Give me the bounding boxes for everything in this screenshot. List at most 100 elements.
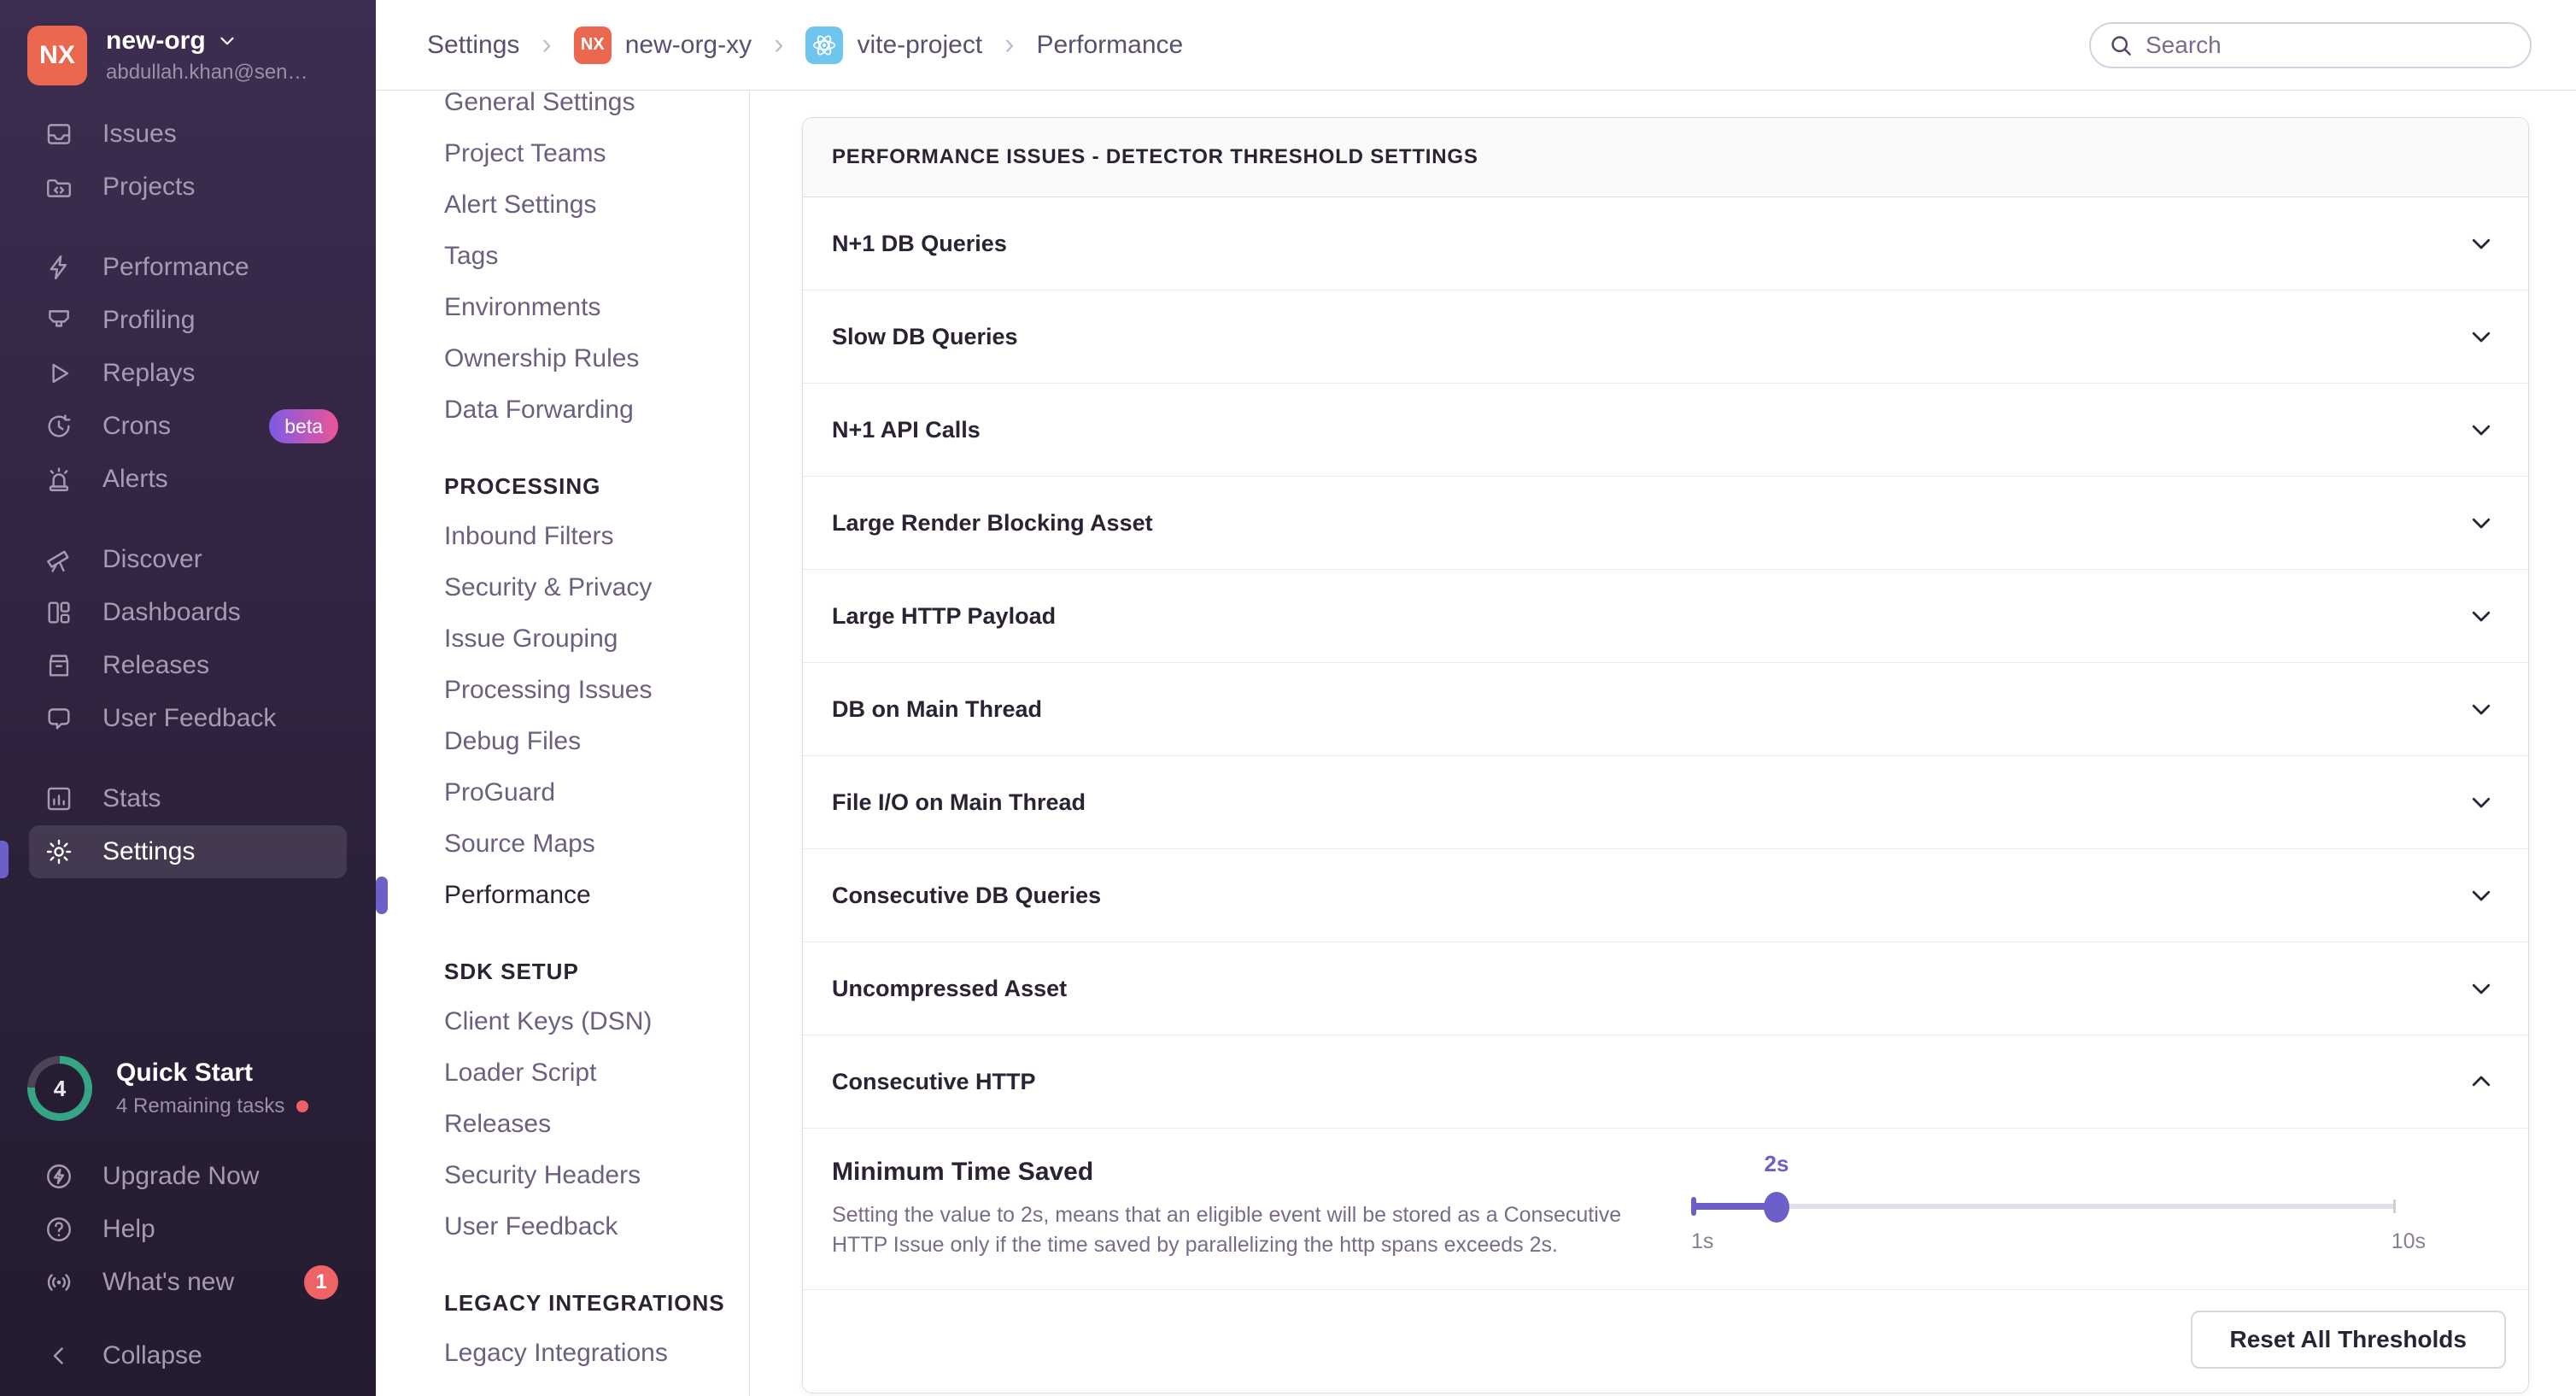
settings-nav-security-privacy[interactable]: Security & Privacy — [376, 562, 749, 613]
settings-nav-source-maps[interactable]: Source Maps — [376, 818, 749, 870]
clock-icon — [44, 412, 73, 441]
sidebar-item-settings[interactable]: Settings — [29, 825, 347, 878]
settings-nav-ownership-rules[interactable]: Ownership Rules — [376, 333, 749, 384]
org-badge: NX — [574, 26, 612, 64]
breadcrumb-settings[interactable]: Settings — [427, 31, 519, 60]
sidebar-item-label: Collapse — [102, 1341, 202, 1370]
detector-row-n1-db-queries[interactable]: N+1 DB Queries — [803, 197, 2528, 290]
settings-nav-security-headers[interactable]: Security Headers — [376, 1150, 749, 1201]
settings-nav-section-legacy: LEGACY INTEGRATIONS — [376, 1283, 749, 1323]
sidebar-item-label: Releases — [102, 651, 209, 680]
breadcrumb-project[interactable]: vite-project — [805, 26, 982, 64]
org-user-email: abdullah.khan@sen… — [106, 61, 308, 85]
slider-track[interactable] — [1691, 1204, 2396, 1209]
sidebar-item-stats[interactable]: Stats — [0, 772, 376, 825]
archive-icon — [44, 651, 73, 680]
breadcrumb-separator-icon: › — [1004, 28, 1014, 62]
sidebar-item-dashboards[interactable]: Dashboards — [0, 586, 376, 639]
org-name: new-org — [106, 26, 206, 56]
detector-row-consecutive-http[interactable]: Consecutive HTTP — [803, 1035, 2528, 1129]
collapse-sidebar-button[interactable]: Collapse — [0, 1329, 376, 1382]
settings-nav-inbound-filters[interactable]: Inbound Filters — [376, 511, 749, 562]
settings-nav-proguard[interactable]: ProGuard — [376, 767, 749, 818]
settings-nav-processing-issues[interactable]: Processing Issues — [376, 665, 749, 716]
settings-nav-general-settings[interactable]: General Settings — [376, 91, 749, 128]
sidebar-item-label: Performance — [102, 253, 249, 282]
settings-nav-debug-files[interactable]: Debug Files — [376, 716, 749, 767]
detector-row-n1-api-calls[interactable]: N+1 API Calls — [803, 384, 2528, 477]
detector-row-label: Uncompressed Asset — [832, 976, 1067, 1002]
detector-row-label: Consecutive HTTP — [832, 1069, 1036, 1095]
quick-start-widget[interactable]: 4 Quick Start 4 Remaining tasks — [0, 1056, 376, 1121]
sidebar-item-projects[interactable]: Projects — [0, 161, 376, 214]
bar-chart-icon — [44, 784, 73, 813]
sidebar-item-label: Projects — [102, 173, 195, 202]
sidebar-item-performance[interactable]: Performance — [0, 241, 376, 294]
reset-all-thresholds-button[interactable]: Reset All Thresholds — [2191, 1311, 2506, 1369]
org-switcher[interactable]: NX new-org abdullah.khan@sen… — [0, 0, 376, 85]
sidebar-item-whats-new[interactable]: What's new 1 — [0, 1256, 376, 1309]
chevron-down-icon — [2468, 231, 2494, 256]
lightning-icon — [44, 253, 73, 282]
chevron-down-icon — [2468, 510, 2494, 536]
breadcrumb-label: vite-project — [857, 31, 982, 60]
slider-value-label: 2s — [1765, 1151, 1789, 1177]
sidebar-item-user-feedback[interactable]: User Feedback — [0, 692, 376, 745]
detector-row-label: Large HTTP Payload — [832, 603, 1056, 630]
sidebar-item-label: Issues — [102, 120, 177, 149]
settings-nav-alert-settings[interactable]: Alert Settings — [376, 179, 749, 231]
sidebar-item-replays[interactable]: Replays — [0, 347, 376, 400]
sidebar-item-help[interactable]: Help — [0, 1203, 376, 1256]
settings-nav-performance[interactable]: Performance — [376, 870, 749, 921]
search-input[interactable] — [2146, 32, 2513, 59]
detector-row-file-io-on-main-thread[interactable]: File I/O on Main Thread — [803, 756, 2528, 849]
settings-nav-project-teams[interactable]: Project Teams — [376, 128, 749, 179]
sidebar-item-upgrade-now[interactable]: Upgrade Now — [0, 1150, 376, 1203]
breadcrumb-organization[interactable]: NX new-org-xy — [574, 26, 752, 64]
dashboards-icon — [44, 598, 73, 627]
detector-row-label: Slow DB Queries — [832, 324, 1018, 350]
threshold-settings-panel: PERFORMANCE ISSUES - DETECTOR THRESHOLD … — [802, 117, 2529, 1393]
quick-start-count: 4 — [54, 1076, 66, 1102]
app-sidebar: NX new-org abdullah.khan@sen… Issues Pro… — [0, 0, 376, 1396]
sidebar-item-label: Crons — [102, 412, 171, 441]
sidebar-item-alerts[interactable]: Alerts — [0, 453, 376, 506]
react-icon — [805, 26, 843, 64]
detector-row-consecutive-db-queries[interactable]: Consecutive DB Queries — [803, 849, 2528, 942]
settings-nav-tags[interactable]: Tags — [376, 231, 749, 282]
sidebar-item-profiling[interactable]: Profiling — [0, 294, 376, 347]
help-icon — [44, 1215, 73, 1244]
settings-nav-client-keys[interactable]: Client Keys (DSN) — [376, 996, 749, 1047]
chevron-down-icon — [2468, 976, 2494, 1001]
sidebar-item-crons[interactable]: Crons beta — [0, 400, 376, 453]
slider-handle[interactable] — [1764, 1192, 1789, 1223]
sidebar-item-label: Dashboards — [102, 598, 241, 627]
settings-nav-legacy-integrations[interactable]: Legacy Integrations — [376, 1328, 749, 1379]
telescope-icon — [44, 545, 73, 574]
settings-nav-user-feedback[interactable]: User Feedback — [376, 1201, 749, 1252]
chevron-down-icon — [2468, 324, 2494, 349]
detector-row-db-on-main-thread[interactable]: DB on Main Thread — [803, 663, 2528, 756]
detector-row-large-render-blocking-asset[interactable]: Large Render Blocking Asset — [803, 477, 2528, 570]
settings-nav-data-forwarding[interactable]: Data Forwarding — [376, 384, 749, 436]
sidebar-active-indicator — [0, 841, 9, 878]
play-icon — [44, 359, 73, 388]
detector-row-uncompressed-asset[interactable]: Uncompressed Asset — [803, 942, 2528, 1035]
settings-nav-environments[interactable]: Environments — [376, 282, 749, 333]
settings-nav-releases[interactable]: Releases — [376, 1099, 749, 1150]
settings-nav-issue-grouping[interactable]: Issue Grouping — [376, 613, 749, 665]
chevron-up-icon — [2468, 1069, 2494, 1094]
minimum-time-saved-slider: 2s 1s 10s — [1691, 1129, 2426, 1289]
breadcrumb: Settings › NX new-org-xy › vite-project — [427, 26, 1183, 64]
search-box[interactable] — [2089, 22, 2532, 68]
quick-start-title: Quick Start — [116, 1059, 308, 1088]
sidebar-item-issues[interactable]: Issues — [0, 108, 376, 161]
settings-nav-loader-script[interactable]: Loader Script — [376, 1047, 749, 1099]
breadcrumb-performance[interactable]: Performance — [1036, 31, 1183, 60]
sidebar-item-label: Alerts — [102, 465, 168, 494]
detector-row-slow-db-queries[interactable]: Slow DB Queries — [803, 290, 2528, 384]
sidebar-item-releases[interactable]: Releases — [0, 639, 376, 692]
detector-row-large-http-payload[interactable]: Large HTTP Payload — [803, 570, 2528, 663]
broadcast-icon — [44, 1268, 73, 1297]
sidebar-item-discover[interactable]: Discover — [0, 533, 376, 586]
